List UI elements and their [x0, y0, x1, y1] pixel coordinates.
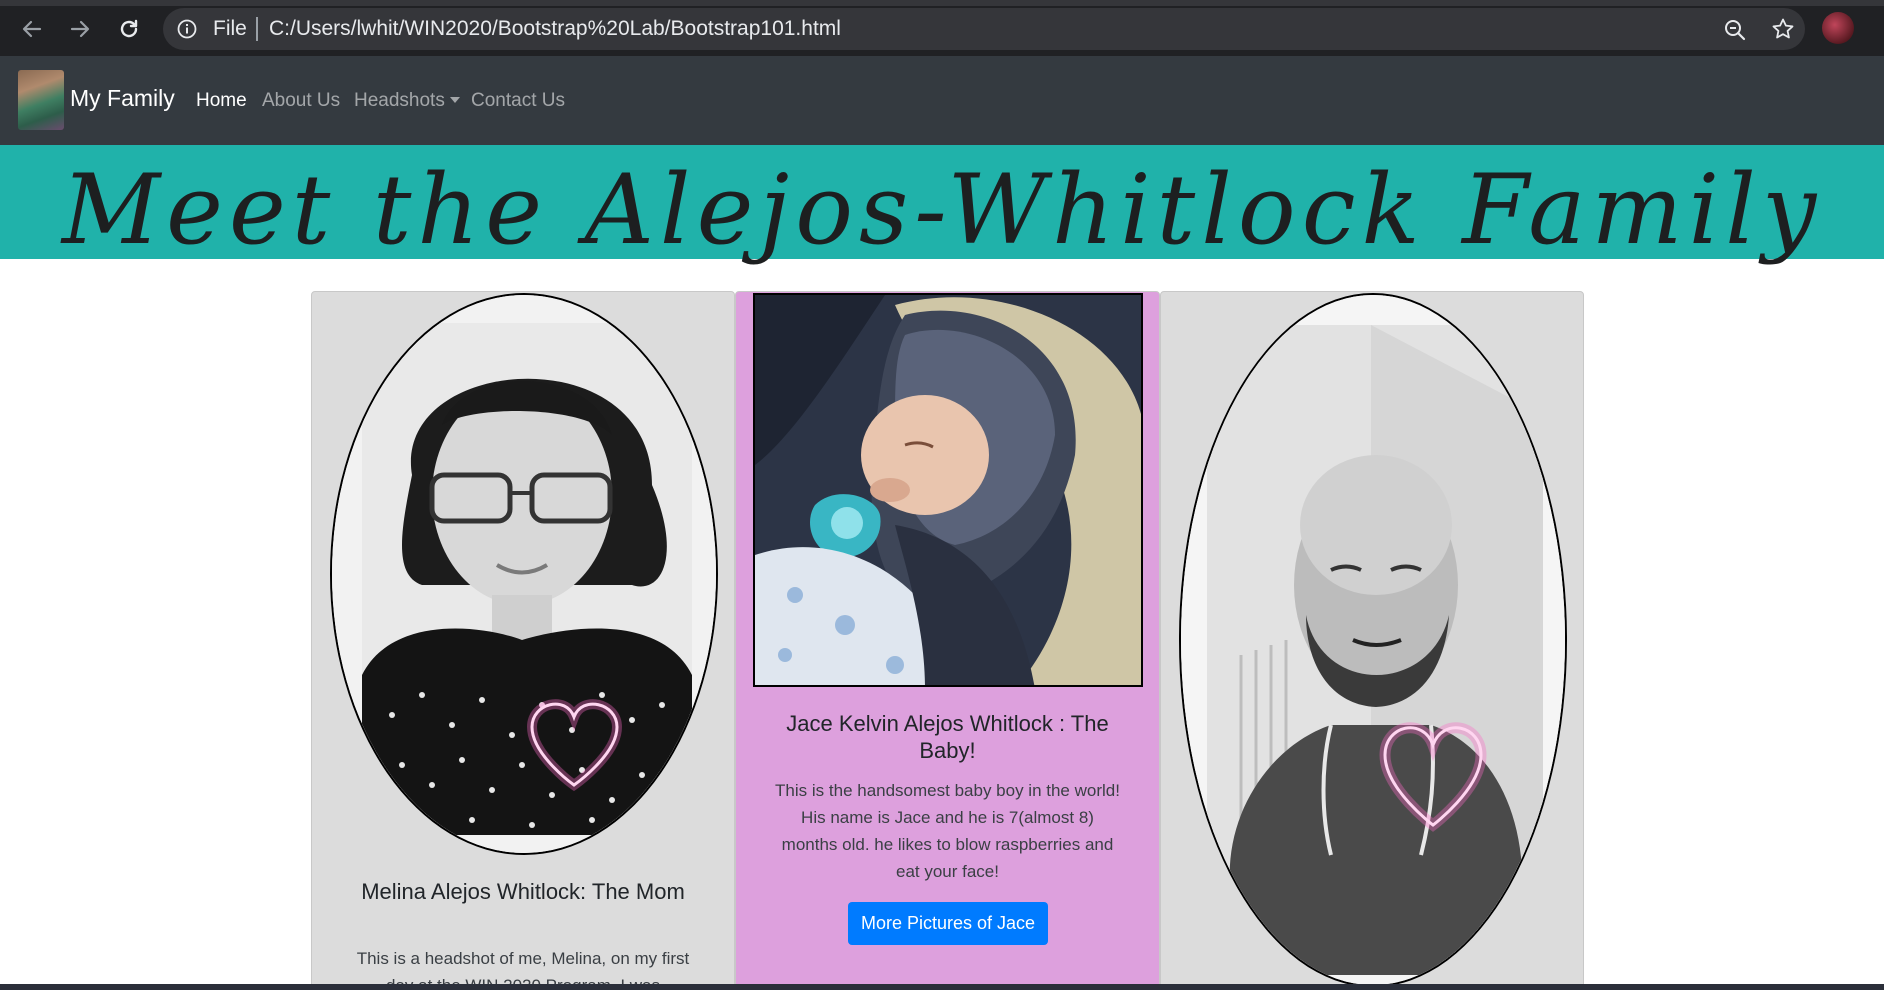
back-arrow-icon[interactable] [17, 14, 47, 44]
tab-strip [0, 0, 1884, 6]
nav-link-about-us[interactable]: About Us [262, 90, 340, 112]
more-pictures-of-jace-button[interactable]: More Pictures of Jace [848, 902, 1048, 945]
caret-down-icon [449, 97, 460, 103]
card-mom: Melina Alejos Whitlock: The Mom This is … [311, 291, 735, 990]
star-icon[interactable] [1771, 17, 1795, 45]
browser-toolbar: File C:/Users/lwhit/WIN2020/Bootstrap%20… [0, 0, 1884, 56]
card-text-baby: This is the handsomest baby boy in the w… [775, 781, 1120, 881]
zoom-icon[interactable] [1723, 18, 1747, 46]
dad-headshot-photo [1179, 293, 1567, 987]
card-title-baby: Jace Kelvin Alejos Whitlock : The Baby! [786, 711, 1109, 763]
site-navbar: My Family Home About Us Headshots Contac… [0, 56, 1884, 145]
navbar-brand[interactable]: My Family [70, 85, 175, 112]
card-title-mom: Melina Alejos Whitlock: The Mom [361, 879, 685, 904]
nav-link-home[interactable]: Home [196, 90, 247, 112]
info-icon[interactable] [177, 19, 197, 43]
brand-logo-image[interactable] [18, 70, 64, 130]
url-text[interactable]: C:/Users/lwhit/WIN2020/Bootstrap%20Lab/B… [269, 17, 841, 41]
file-label: File [213, 17, 247, 40]
window-bottom-edge [0, 984, 1884, 990]
baby-photo [753, 293, 1143, 687]
card-baby: Jace Kelvin Alejos Whitlock : The Baby! … [735, 291, 1160, 990]
address-bar[interactable]: File C:/Users/lwhit/WIN2020/Bootstrap%20… [163, 8, 1805, 50]
nav-link-contact-us[interactable]: Contact Us [471, 90, 565, 112]
forward-arrow-icon[interactable] [65, 14, 95, 44]
omnibox-separator [256, 17, 258, 41]
mom-headshot-photo [330, 293, 718, 855]
card-dad [1160, 291, 1584, 990]
nav-dropdown-headshots-label: Headshots [354, 90, 445, 111]
profile-avatar[interactable] [1822, 12, 1854, 44]
nav-dropdown-headshots[interactable]: Headshots [354, 90, 460, 112]
reload-icon[interactable] [114, 14, 144, 44]
banner-title: Meet the Alejos-Whitlock Family [61, 154, 1823, 266]
